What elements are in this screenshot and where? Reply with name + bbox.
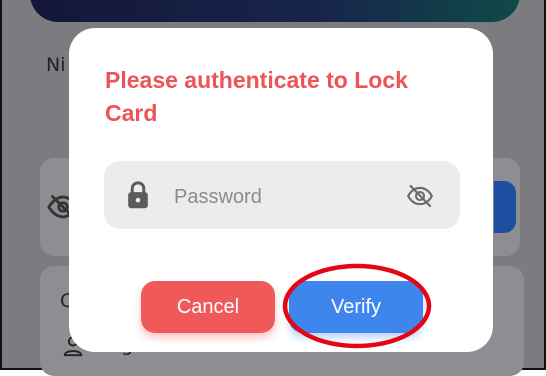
verify-button[interactable]: Verify	[289, 281, 423, 333]
background-nickname-label: Ni	[46, 54, 66, 76]
screen-frame: Ni C Ung Ho Yan Please authenticate to L…	[0, 0, 546, 376]
cancel-button[interactable]: Cancel	[141, 281, 275, 333]
background-card-header	[30, 0, 520, 22]
background-button	[494, 181, 516, 233]
password-input[interactable]	[172, 181, 396, 213]
password-field[interactable]	[104, 161, 460, 229]
lock-icon	[128, 181, 148, 209]
dialog-title: Please authenticate to Lock Card	[105, 67, 408, 126]
eye-off-icon[interactable]	[404, 181, 436, 211]
authenticate-dialog: Please authenticate to Lock Card Cancel …	[69, 28, 493, 352]
